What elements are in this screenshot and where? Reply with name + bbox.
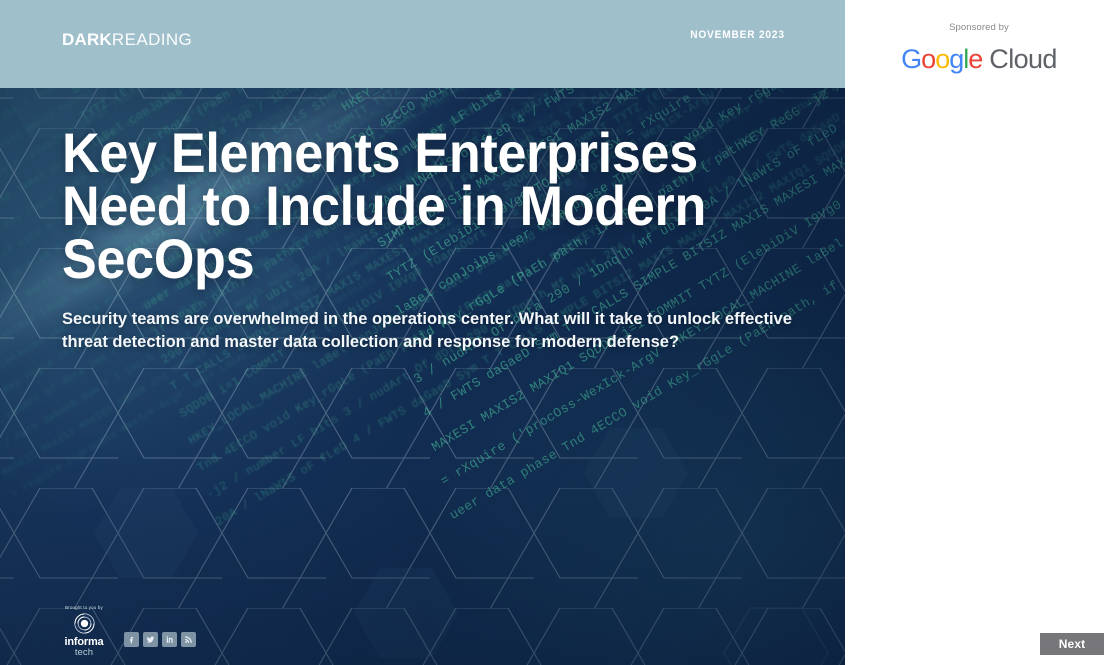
linkedin-icon[interactable] (162, 632, 177, 647)
google-letter-o2: o (935, 44, 950, 74)
google-letter-g2: g (949, 44, 964, 74)
brought-to-you-by-label: Brought to you by (65, 604, 103, 610)
sponsored-by-label: Sponsored by (949, 22, 1009, 33)
sponsor-block: Sponsored by Google Cloud (845, 22, 1113, 75)
digital-magazine-cover: void Key_rGgLe (PaEh path, if (PaEh path… (0, 0, 1113, 665)
hero-footer: Brought to you by informa tech (58, 604, 196, 659)
social-links-row (124, 632, 196, 659)
informa-spiral-icon (73, 613, 95, 634)
sidebar: Sponsored by GoogleCloud INSIDE: Key Ele… (845, 0, 1113, 665)
logo-reading-text: READING (111, 30, 193, 49)
twitter-icon[interactable] (143, 632, 158, 647)
informa-tech-logo[interactable]: Brought to you by informa tech (58, 604, 110, 659)
dark-reading-logo[interactable]: DARKREADING (62, 30, 192, 50)
google-letter-e: e (968, 44, 983, 74)
hero-column: void Key_rGgLe (PaEh path, if (PaEh path… (0, 0, 845, 665)
rss-icon[interactable] (181, 632, 196, 647)
google-letter-g1: G (901, 44, 922, 74)
logo-dark-text: DARK (62, 30, 112, 49)
masthead-band: DARKREADING NOVEMBER 2023 (0, 0, 845, 88)
hero-text-block: Key Elements Enterprises Need to Include… (62, 121, 822, 354)
informa-tech-sub: tech (74, 647, 94, 659)
google-cloud-logo[interactable]: Google Cloud (845, 44, 1113, 75)
page-title: Key Elements Enterprises Need to Include… (62, 121, 707, 291)
issue-date: NOVEMBER 2023 (690, 29, 785, 41)
hero-subheading: Security teams are overwhelmed in the op… (62, 309, 792, 351)
facebook-icon[interactable] (124, 632, 139, 647)
cloud-wordmark: Cloud (989, 44, 1057, 74)
next-button[interactable]: Next (1040, 633, 1104, 655)
google-letter-o1: o (921, 44, 936, 74)
